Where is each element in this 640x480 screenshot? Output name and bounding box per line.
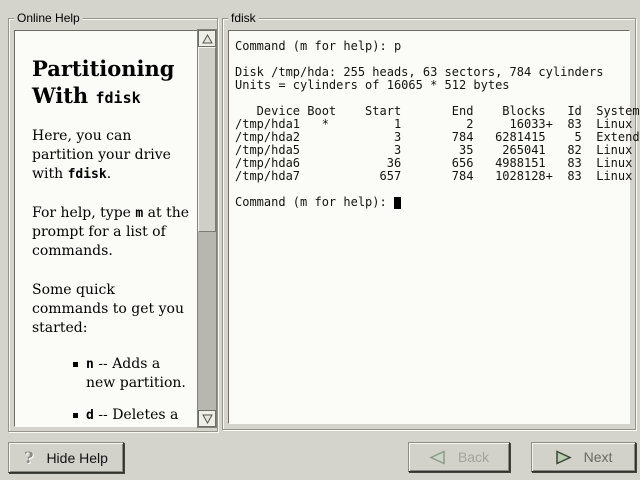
help-paragraph-intro: Here, you can partition your drive with …: [32, 127, 191, 184]
back-button[interactable]: Back: [408, 442, 510, 472]
next-label: Next: [584, 449, 613, 465]
online-help-frame-title: Online Help: [14, 11, 83, 25]
back-label: Back: [458, 449, 489, 465]
help-p2-text: For help, type: [32, 205, 135, 221]
command-key-n: n: [86, 357, 94, 372]
help-command-list: n -- Adds a new partition. d -- Deletes …: [72, 355, 191, 427]
scrollbar-track[interactable]: [198, 47, 216, 410]
back-arrow-icon: [429, 450, 446, 465]
terminal-output: Command (m for help): p Disk /tmp/hda: 2…: [235, 39, 640, 209]
terminal-cursor: [394, 197, 401, 209]
help-content-area: Partitioning With fdisk Here, you can pa…: [14, 30, 198, 427]
online-help-frame: Online Help Partitioning With fdisk Here…: [8, 18, 218, 432]
fdisk-frame-title: fdisk: [228, 11, 259, 25]
scrollbar-thumb[interactable]: [198, 47, 216, 232]
hide-help-label: Hide Help: [46, 450, 107, 466]
list-item-d-command: d -- Deletes a partition.: [72, 406, 191, 427]
list-item-n-command: n -- Adds a new partition.: [72, 355, 191, 393]
help-paragraph-help-cmd: For help, type m at the prompt for a lis…: [32, 204, 191, 261]
help-scrollbar[interactable]: [197, 29, 217, 428]
command-desc-n: -- Adds a new partition.: [86, 356, 186, 391]
fdisk-terminal[interactable]: Command (m for help): p Disk /tmp/hda: 2…: [228, 30, 630, 424]
help-heading-fdisk: fdisk: [95, 89, 140, 107]
arrow-down-icon: [202, 414, 213, 424]
hide-help-button[interactable]: ? Hide Help: [8, 442, 124, 473]
help-p1-fdisk: fdisk: [68, 167, 107, 182]
command-desc-d: -- Deletes a partition.: [86, 407, 178, 427]
command-key-d: d: [86, 408, 94, 423]
help-paragraph-quick-commands: Some quick commands to get you started:: [32, 281, 191, 338]
arrow-up-icon: [202, 34, 213, 44]
scroll-down-button[interactable]: [198, 410, 216, 427]
installer-window: Online Help Partitioning With fdisk Here…: [0, 0, 640, 480]
help-p1-period: .: [107, 166, 111, 182]
help-heading: Partitioning With fdisk: [32, 55, 191, 112]
scroll-up-button[interactable]: [198, 30, 216, 47]
fdisk-frame: fdisk Command (m for help): p Disk /tmp/…: [222, 18, 636, 430]
next-arrow-icon: [555, 450, 572, 465]
question-mark-icon: ?: [24, 448, 33, 467]
next-button[interactable]: Next: [531, 442, 636, 472]
